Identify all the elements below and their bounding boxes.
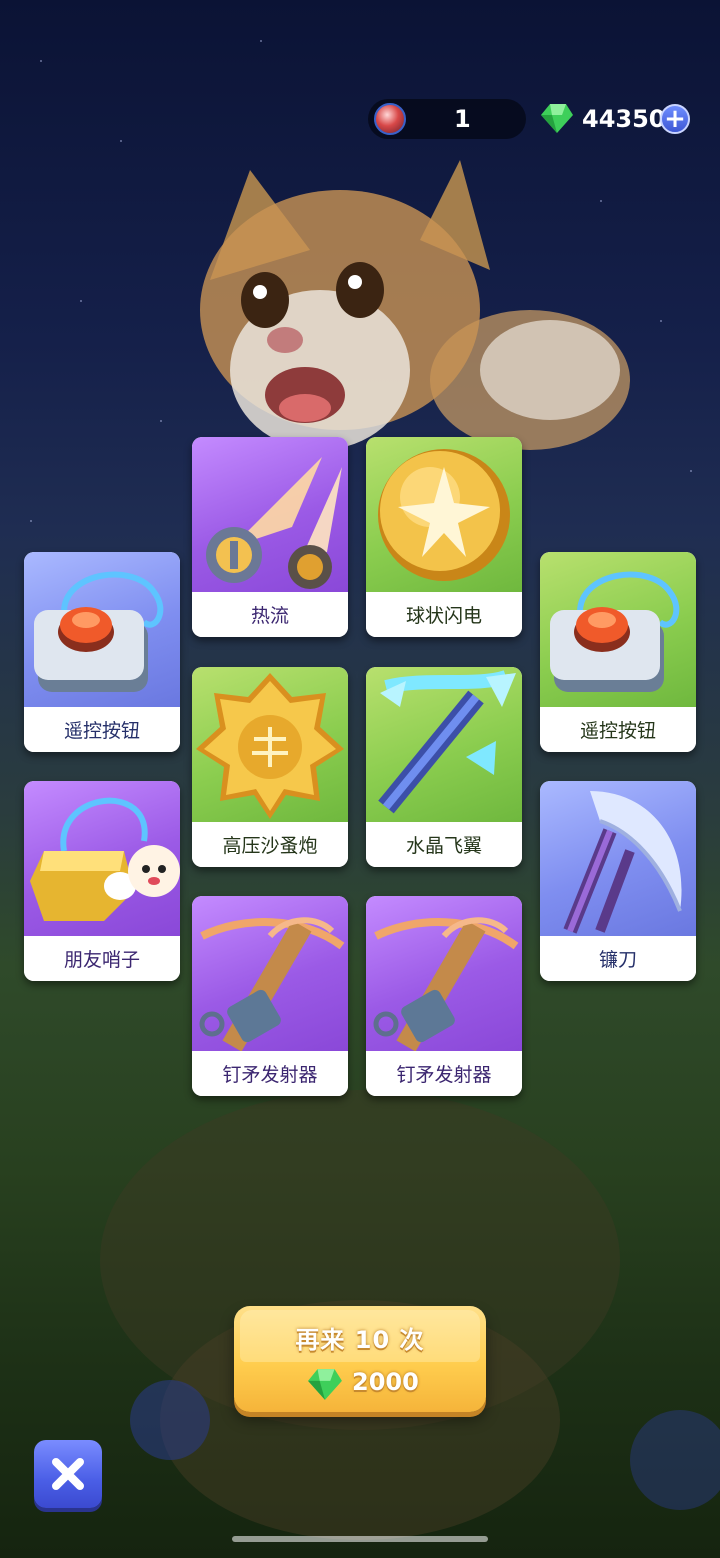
ball-ticket-icon bbox=[374, 103, 406, 135]
golden-badge-icon bbox=[196, 673, 344, 819]
heat-flow-icon bbox=[206, 457, 342, 589]
green-gem-icon bbox=[308, 1369, 342, 1400]
remote-button-icon bbox=[34, 571, 164, 692]
card-harpoon-launcher-2[interactable]: 钉矛发射器 bbox=[366, 896, 522, 1096]
crossbow-icon bbox=[373, 917, 519, 1051]
remote-button-icon bbox=[550, 571, 680, 692]
card-label: 镰刀 bbox=[540, 936, 696, 981]
gem-counter: 44350 + bbox=[536, 99, 696, 139]
scythe-icon bbox=[563, 791, 682, 934]
ticket-counter: 1 bbox=[368, 99, 526, 139]
replay-cost: 2000 bbox=[352, 1368, 419, 1396]
whistle-icon bbox=[30, 797, 180, 921]
card-ball-lightning[interactable]: 球状闪电 bbox=[366, 437, 522, 637]
gem-count: 44350 bbox=[582, 105, 666, 133]
card-friend-whistle[interactable]: 朋友哨子 bbox=[24, 781, 180, 981]
card-label: 水晶飞翼 bbox=[366, 822, 522, 867]
card-label: 高压沙蚤炮 bbox=[192, 822, 348, 867]
crossbow-icon bbox=[199, 917, 345, 1051]
card-heat-flow[interactable]: 热流 bbox=[192, 437, 348, 637]
replay-ten-button[interactable]: 再来 10 次 2000 bbox=[234, 1306, 486, 1412]
card-remote-button-right[interactable]: 遥控按钮 bbox=[540, 552, 696, 752]
card-label: 遥控按钮 bbox=[540, 707, 696, 752]
card-label: 钉矛发射器 bbox=[192, 1051, 348, 1096]
card-harpoon-launcher-1[interactable]: 钉矛发射器 bbox=[192, 896, 348, 1096]
close-icon bbox=[52, 1458, 84, 1490]
close-button[interactable] bbox=[34, 1440, 102, 1508]
corgi-dog-character bbox=[200, 160, 630, 450]
home-indicator[interactable] bbox=[232, 1536, 488, 1542]
card-sandworm-cannon[interactable]: 高压沙蚤炮 bbox=[192, 667, 348, 867]
card-label: 钉矛发射器 bbox=[366, 1051, 522, 1096]
card-label: 遥控按钮 bbox=[24, 707, 180, 752]
card-label: 热流 bbox=[192, 592, 348, 637]
crystal-pickaxe-icon bbox=[378, 670, 516, 814]
card-scythe[interactable]: 镰刀 bbox=[540, 781, 696, 981]
card-label: 朋友哨子 bbox=[24, 936, 180, 981]
card-crystal-wings[interactable]: 水晶飞翼 bbox=[366, 667, 522, 867]
green-gem-icon bbox=[541, 104, 573, 133]
card-remote-button-left[interactable]: 遥控按钮 bbox=[24, 552, 180, 752]
ticket-count: 1 bbox=[454, 105, 471, 133]
golden-orb-icon bbox=[378, 449, 510, 581]
grass-background bbox=[100, 1090, 720, 1540]
replay-label: 再来 10 次 bbox=[295, 1326, 425, 1354]
add-gems-button[interactable]: + bbox=[660, 104, 690, 134]
card-label: 球状闪电 bbox=[366, 592, 522, 637]
